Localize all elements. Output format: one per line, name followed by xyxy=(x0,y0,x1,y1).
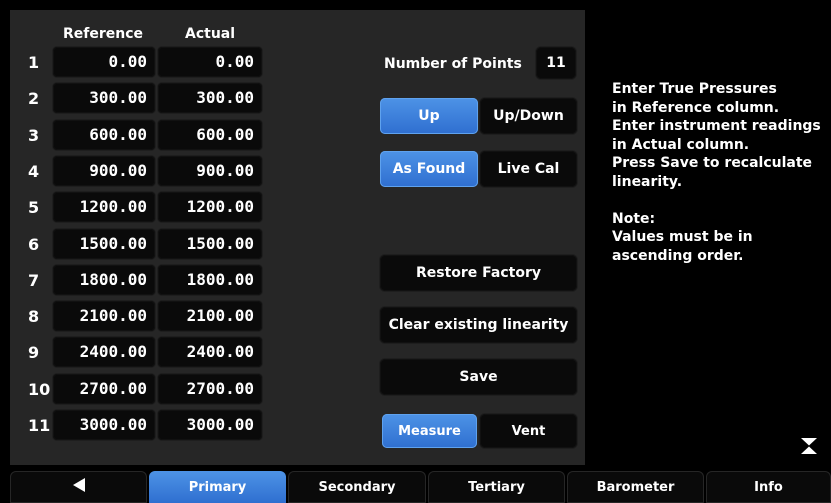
measure-button[interactable]: Measure xyxy=(382,414,477,448)
as-found-button[interactable]: As Found xyxy=(380,151,478,187)
instructions-text: Enter True Pressures in Reference column… xyxy=(612,81,821,264)
actual-value-field[interactable]: 0.00 xyxy=(158,47,262,77)
reference-value-field[interactable]: 1200.00 xyxy=(53,192,155,223)
reference-value-field[interactable]: 2100.00 xyxy=(53,301,155,332)
hourglass-collapse-icon[interactable] xyxy=(800,437,818,455)
reference-value-field[interactable]: 3000.00 xyxy=(53,410,155,440)
actual-value-field[interactable]: 1800.00 xyxy=(158,264,262,295)
actual-value-field[interactable]: 2700.00 xyxy=(158,373,262,404)
actual-value-field[interactable]: 1200.00 xyxy=(158,192,262,223)
linearity-panel: Reference Actual 1 0.00 0.00 2 300.00 300.00 3… xyxy=(10,10,585,465)
clear-linearity-button[interactable]: Clear existing linearity xyxy=(380,307,577,343)
reference-value-field[interactable]: 2700.00 xyxy=(53,373,155,404)
tab-info[interactable]: Info xyxy=(706,471,831,503)
reference-value-field[interactable]: 900.00 xyxy=(53,155,155,186)
actual-value-field[interactable]: 300.00 xyxy=(158,83,262,114)
vent-button[interactable]: Vent xyxy=(480,414,577,448)
footer-tab-bar: Primary Secondary Tertiary Barometer Info xyxy=(0,467,831,503)
up-down-button[interactable]: Up/Down xyxy=(480,98,577,134)
actual-value-field[interactable]: 2100.00 xyxy=(158,301,262,332)
tab-barometer[interactable]: Barometer xyxy=(567,471,704,503)
reference-column-header: Reference xyxy=(63,26,144,42)
tab-secondary[interactable]: Secondary xyxy=(288,471,426,503)
up-button[interactable]: Up xyxy=(380,98,478,134)
actual-value-field[interactable]: 1500.00 xyxy=(158,228,262,259)
number-of-points-label: Number of Points xyxy=(384,56,522,72)
actual-value-field[interactable]: 900.00 xyxy=(158,155,262,186)
actual-value-field[interactable]: 600.00 xyxy=(158,119,262,150)
reference-value-field[interactable]: 600.00 xyxy=(53,119,155,150)
reference-value-field[interactable]: 300.00 xyxy=(53,83,155,114)
reference-value-field[interactable]: 0.00 xyxy=(53,47,155,77)
actual-column-header: Actual xyxy=(185,26,236,42)
back-button[interactable] xyxy=(10,471,147,503)
actual-value-field[interactable]: 3000.00 xyxy=(158,410,262,440)
tab-primary[interactable]: Primary xyxy=(149,471,286,503)
reference-value-field[interactable]: 1800.00 xyxy=(53,264,155,295)
reference-value-field[interactable]: 1500.00 xyxy=(53,228,155,259)
actual-value-field[interactable]: 2400.00 xyxy=(158,337,262,368)
reference-value-field[interactable]: 2400.00 xyxy=(53,337,155,368)
restore-factory-button[interactable]: Restore Factory xyxy=(380,255,577,291)
number-of-points-input[interactable]: 11 xyxy=(536,47,576,79)
save-button[interactable]: Save xyxy=(380,359,577,395)
live-cal-button[interactable]: Live Cal xyxy=(480,151,577,187)
left-triangle-icon xyxy=(72,477,86,497)
tab-tertiary[interactable]: Tertiary xyxy=(428,471,565,503)
